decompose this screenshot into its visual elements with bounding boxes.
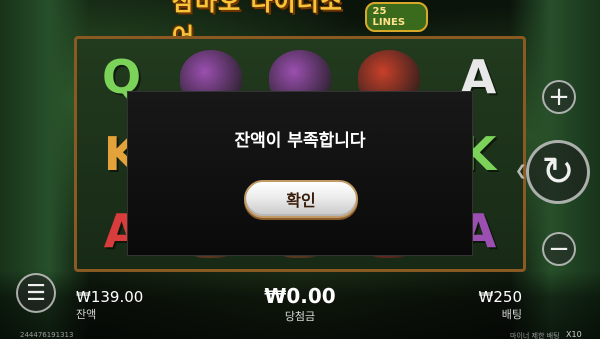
balance-display: ₩139.00 잔액	[76, 288, 143, 322]
lines-badge: 25 LINES	[364, 2, 428, 32]
game-logo: 잠바오 다이너소어 25 LINES	[172, 0, 428, 51]
win-display: ₩0.00 당첨금	[250, 284, 350, 324]
bet-value: ₩250	[478, 288, 522, 306]
multiplier-label: X10	[566, 330, 582, 339]
win-value: ₩0.00	[264, 284, 336, 308]
spin-button[interactable]: ↻	[526, 140, 590, 204]
win-label: 당첨금	[284, 310, 316, 323]
plus-icon: +	[548, 82, 570, 112]
menu-icon: ☰	[26, 280, 46, 306]
balance-value: ₩139.00	[76, 288, 144, 306]
increase-bet-button[interactable]: +	[542, 80, 576, 114]
balance-label: 잔액	[76, 308, 97, 321]
dialog-message: 잔액이 부족합니다	[234, 131, 366, 151]
menu-button[interactable]: ☰	[16, 273, 56, 313]
game-stage: 잠바오 다이너소어 25 LINES QAKKAA ☰ ₩139.00 잔액 ₩…	[0, 0, 600, 339]
chevron-left-icon: ❮	[515, 163, 527, 179]
confirm-button[interactable]: 확인	[244, 180, 358, 218]
minus-icon: −	[548, 234, 570, 264]
footer-info: 마이너 제한 배팅	[510, 332, 560, 339]
insufficient-balance-dialog: 잔액이 부족합니다 확인	[127, 91, 473, 256]
bet-display: ₩250 배팅	[470, 288, 522, 322]
decrease-bet-button[interactable]: −	[542, 232, 576, 266]
round-id: 244476191313	[20, 331, 74, 339]
spin-icon: ↻	[541, 149, 575, 195]
bet-label: 배팅	[501, 308, 522, 321]
